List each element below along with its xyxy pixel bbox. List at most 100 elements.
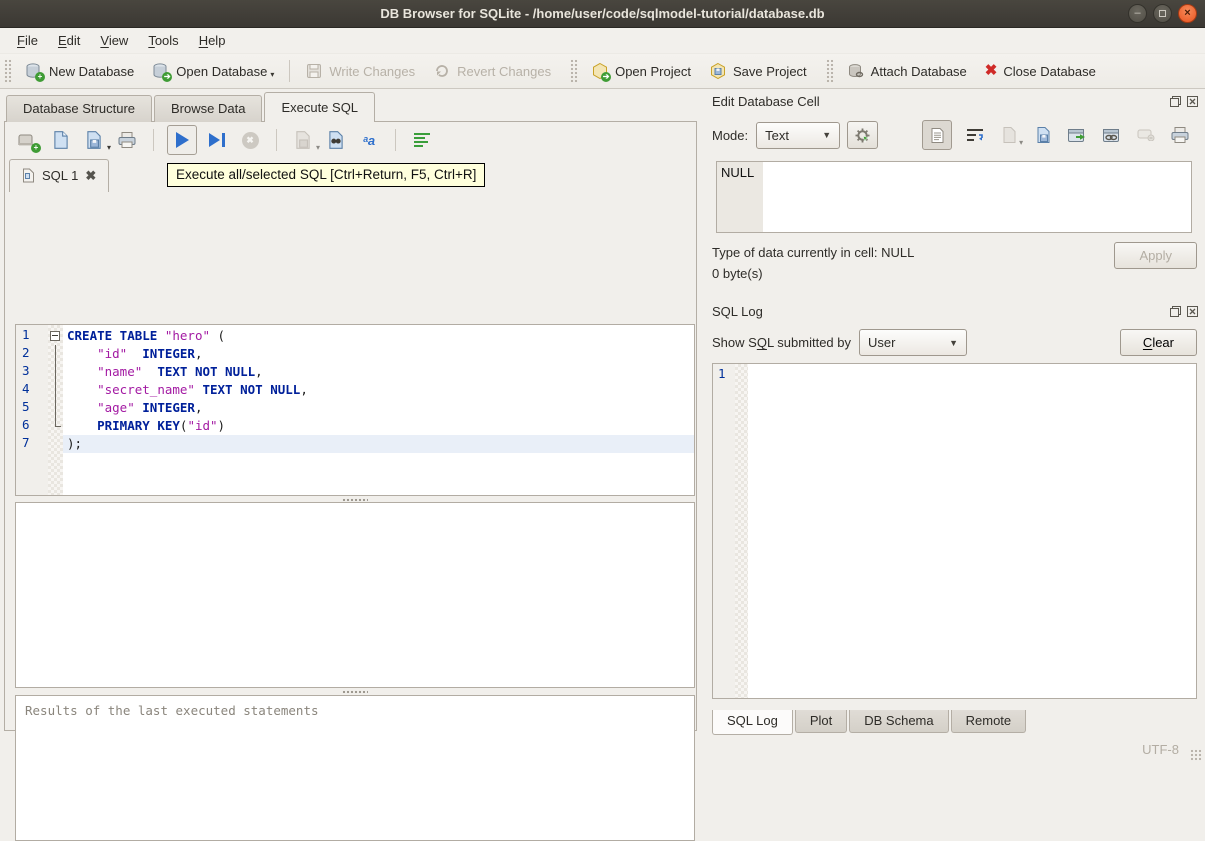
- close-dock-icon[interactable]: [1186, 95, 1199, 108]
- open-database-button[interactable]: ➔ Open Database ▾: [143, 57, 283, 85]
- menu-view[interactable]: View: [91, 30, 137, 51]
- toolbar-drag-handle[interactable]: [4, 59, 12, 83]
- open-in-external-app-button[interactable]: [1066, 122, 1088, 148]
- titlebar[interactable]: DB Browser for SQLite - /home/user/code/…: [0, 0, 1205, 28]
- new-sql-tab-button[interactable]: +: [15, 127, 41, 153]
- execute-tooltip: Execute all/selected SQL [Ctrl+Return, F…: [167, 163, 486, 187]
- results-grid[interactable]: [15, 502, 695, 688]
- toolbar-drag-handle[interactable]: [570, 59, 579, 83]
- attach-database-icon: [847, 62, 865, 80]
- code-line: CREATE TABLE "hero" (: [67, 328, 226, 343]
- write-changes-icon: [305, 62, 323, 80]
- tab-sql-log[interactable]: SQL Log: [712, 710, 793, 735]
- write-changes-button: Write Changes: [296, 57, 424, 85]
- replace-button[interactable]: ᵃa: [356, 127, 382, 153]
- filter-label: Show SQL submitted by: [712, 335, 851, 350]
- menu-help[interactable]: Help: [190, 30, 235, 51]
- sql-file-icon: [23, 168, 34, 183]
- gear-icon: [855, 128, 871, 143]
- apply-button: Apply: [1114, 242, 1197, 269]
- log-line-number: 1: [713, 364, 735, 698]
- tab-db-schema[interactable]: DB Schema: [849, 710, 949, 733]
- save-results-button: ▾: [290, 127, 320, 153]
- window-controls: – ×: [1128, 4, 1197, 23]
- tab-browse-data[interactable]: Browse Data: [154, 95, 263, 122]
- set-null-button: [1136, 122, 1156, 148]
- chevron-down-icon: ▼: [822, 130, 832, 140]
- float-dock-icon[interactable]: [1169, 95, 1182, 108]
- encoding-indicator[interactable]: UTF-8: [1142, 742, 1179, 757]
- cell-info-row: Type of data currently in cell: NULL 0 b…: [712, 242, 1197, 284]
- attach-database-button[interactable]: Attach Database: [838, 57, 976, 85]
- log-fold-margin: [735, 364, 748, 698]
- sql-code[interactable]: CREATE TABLE "hero" ( "id" INTEGER, "nam…: [63, 325, 694, 495]
- minimize-icon[interactable]: –: [1128, 4, 1147, 23]
- close-icon[interactable]: ×: [1178, 4, 1197, 23]
- close-sql-tab-icon[interactable]: ✖: [85, 168, 96, 184]
- maximize-icon[interactable]: [1153, 4, 1172, 23]
- menu-file[interactable]: File: [8, 30, 47, 51]
- fold-margin[interactable]: [48, 325, 63, 495]
- copy-link-button[interactable]: [1101, 122, 1123, 148]
- close-database-button[interactable]: ✖ Close Database: [976, 57, 1105, 85]
- open-database-icon: ➔: [152, 62, 173, 82]
- sql-editor[interactable]: 12 34 56 7 CREATE TABLE "hero" ( "id" IN…: [15, 324, 695, 496]
- clear-log-button[interactable]: Clear: [1119, 329, 1197, 356]
- tab-execute-sql[interactable]: Execute SQL: [264, 92, 376, 122]
- save-project-button[interactable]: Save Project: [700, 57, 816, 85]
- sql-doc-tab[interactable]: SQL 1 ✖: [9, 159, 110, 192]
- sql-log-editor[interactable]: 1: [712, 363, 1197, 699]
- submitter-combobox[interactable]: User ▼: [859, 329, 967, 356]
- cell-value: NULL: [717, 162, 763, 232]
- fold-collapse-icon[interactable]: [50, 331, 60, 341]
- float-dock-icon[interactable]: [1169, 305, 1182, 318]
- print-cell-button[interactable]: [1169, 122, 1191, 148]
- new-database-button[interactable]: + New Database: [16, 57, 143, 85]
- stop-icon: ✖: [241, 131, 259, 149]
- execute-line-button[interactable]: [204, 127, 230, 153]
- app-window: DB Browser for SQLite - /home/user/code/…: [0, 0, 1205, 841]
- word-wrap-button[interactable]: [965, 125, 985, 145]
- tab-plot[interactable]: Plot: [794, 710, 848, 733]
- import-data-button: ▾: [998, 122, 1023, 148]
- code-line: "id" INTEGER,: [97, 346, 203, 361]
- stop-button: ✖: [237, 127, 263, 153]
- results-message-panel[interactable]: Results of the last executed statements: [15, 695, 695, 841]
- tab-remote[interactable]: Remote: [950, 710, 1027, 733]
- code-line-current: );: [63, 435, 694, 453]
- window-title: DB Browser for SQLite - /home/user/code/…: [380, 6, 825, 21]
- save-sql-file-button[interactable]: ▾: [81, 127, 111, 153]
- main-tabbar: Database Structure Browse Data Execute S…: [6, 92, 377, 122]
- open-project-button[interactable]: ➔ Open Project: [582, 57, 700, 85]
- menu-edit[interactable]: Edit: [49, 30, 89, 51]
- cell-editor-icons: ▾: [922, 120, 1191, 150]
- close-database-icon: ✖: [984, 62, 998, 79]
- auto-switch-mode-button[interactable]: [847, 121, 879, 149]
- find-button[interactable]: [323, 127, 349, 153]
- text-document-icon: [931, 127, 944, 143]
- menu-tools[interactable]: Tools: [139, 30, 187, 51]
- close-dock-icon[interactable]: [1186, 305, 1199, 318]
- resize-grip[interactable]: [1190, 749, 1202, 761]
- toolbar-drag-handle[interactable]: [825, 59, 834, 83]
- format-sql-button[interactable]: [409, 127, 435, 153]
- chevron-down-icon: ▼: [949, 337, 958, 348]
- mode-combobox[interactable]: Text ▼: [756, 121, 841, 149]
- cell-value-editor[interactable]: NULL: [716, 161, 1192, 233]
- save-sql-dropdown-icon[interactable]: ▾: [107, 143, 111, 152]
- print-button[interactable]: [114, 127, 140, 153]
- execute-all-button[interactable]: [167, 125, 197, 155]
- revert-changes-button: Revert Changes: [424, 57, 560, 85]
- splitter-handle[interactable]: [15, 689, 695, 694]
- save-project-icon: [709, 62, 727, 80]
- tab-database-structure[interactable]: Database Structure: [6, 95, 153, 122]
- main-toolbar: + New Database ➔ Open Database ▾ Write C…: [0, 54, 1205, 89]
- cell-type-info: Type of data currently in cell: NULL: [712, 245, 915, 260]
- open-sql-file-button[interactable]: [48, 127, 74, 153]
- line-numbers: 12 34 56 7: [16, 325, 48, 495]
- play-icon: [175, 132, 189, 148]
- text-mode-button[interactable]: [922, 120, 953, 150]
- dock-tabbar: SQL Log Plot DB Schema Remote: [712, 710, 1201, 735]
- open-database-dropdown-icon[interactable]: ▾: [270, 70, 274, 79]
- export-data-button[interactable]: [1033, 122, 1053, 148]
